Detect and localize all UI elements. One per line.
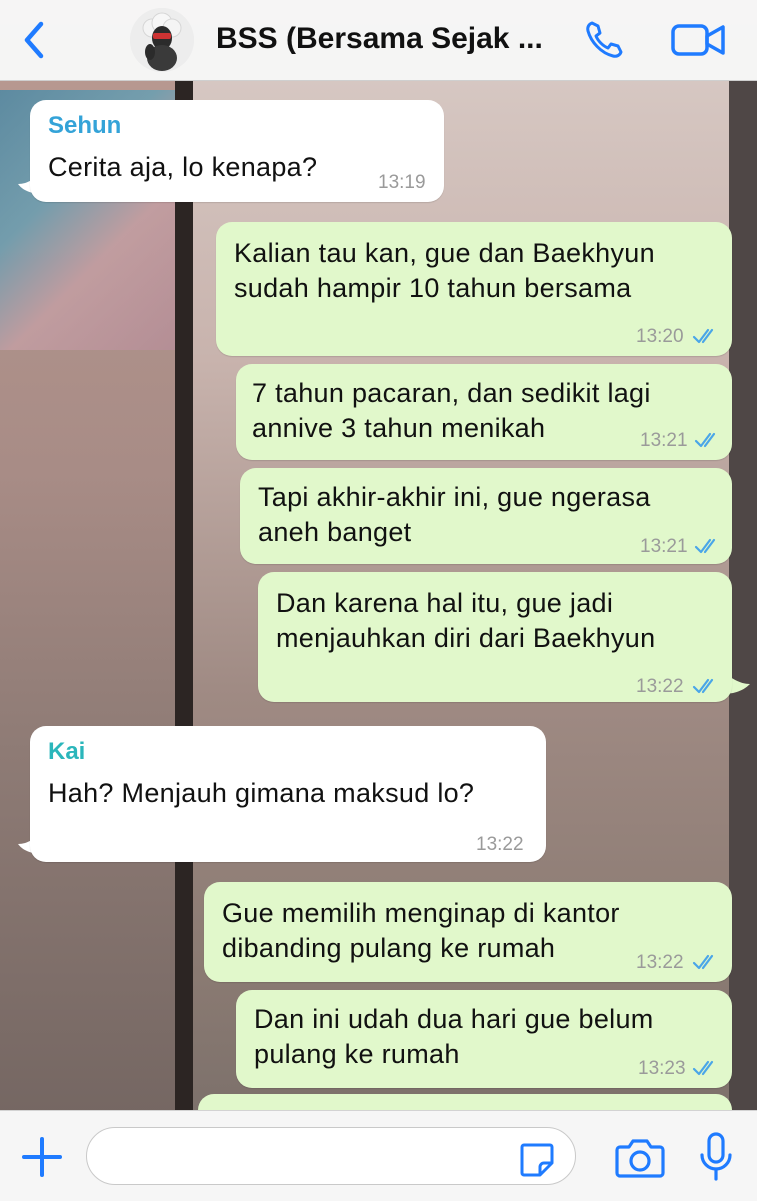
plus-icon [22,1137,62,1177]
outgoing-message[interactable]: Tapi akhir-akhir ini, gue ngerasa aneh b… [240,468,732,564]
sticker-icon [520,1143,554,1177]
wallpaper-edge [729,80,757,1200]
read-ticks-icon [692,954,714,970]
chat-header: BSS (Bersama Sejak ... [0,0,757,81]
message-text-line: aneh banget [258,517,412,547]
message-text-line: sudah hampir 10 tahun bersama [234,273,632,303]
message-text-line: Dan karena hal itu, gue jadi [276,588,614,618]
voice-call-button[interactable] [582,18,626,62]
message-time: 13:21 [640,536,688,557]
message-time: 13:22 [636,676,684,697]
message-time: 13:19 [378,172,426,193]
outgoing-message[interactable]: Kalian tau kan, gue dan Baekhyun sudah h… [216,222,732,356]
message-sender: Sehun [48,112,122,139]
chevron-left-icon [24,21,44,59]
message-time: 13:22 [636,952,684,973]
message-text-line: Tapi akhir-akhir ini, gue ngerasa [258,482,651,512]
outgoing-message[interactable]: Dan ini udah dua hari gue belum pulang k… [236,990,732,1088]
phone-icon [586,21,623,58]
attach-button[interactable] [18,1133,66,1181]
read-ticks-icon [694,538,716,554]
message-text-line: Dan ini udah dua hari gue belum [254,1004,654,1034]
camera-icon [615,1139,665,1178]
message-time: 13:22 [476,834,524,855]
message-text-line: pulang ke rumah [254,1039,460,1069]
message-input[interactable] [86,1127,576,1185]
message-text: Hah? Menjauh gimana maksud lo? [48,778,475,808]
incoming-message[interactable]: Sehun Cerita aja, lo kenapa? 13:19 [30,100,444,202]
message-sender: Kai [48,738,86,765]
incoming-message[interactable]: Kai Hah? Menjauh gimana maksud lo? 13:22 [30,726,546,862]
message-time: 13:23 [638,1058,686,1079]
camera-button[interactable] [614,1137,666,1179]
voice-message-button[interactable] [696,1131,736,1183]
message-text-line: annive 3 tahun menikah [252,413,546,443]
message-text-line: dibanding pulang ke rumah [222,933,556,963]
message-text-line: Kalian tau kan, gue dan Baekhyun [234,238,655,268]
message-text-line: Gue memilih menginap di kantor [222,898,620,928]
message-text-line: 7 tahun pacaran, dan sedikit lagi [252,378,651,408]
message-time: 13:20 [636,326,684,347]
chat-title[interactable]: BSS (Bersama Sejak ... [216,22,566,56]
back-button[interactable] [14,18,54,62]
message-time: 13:21 [640,430,688,451]
read-ticks-icon [692,678,714,694]
video-call-button[interactable] [670,18,728,62]
outgoing-message[interactable]: Gue memilih menginap di kantor dibanding… [204,882,732,982]
sticker-button[interactable] [518,1141,556,1179]
sheep-avatar-icon [130,8,194,72]
message-text-line: menjauhkan diri dari Baekhyun [276,623,656,653]
message-text: Cerita aja, lo kenapa? [48,152,318,182]
message-input-bar [0,1110,757,1201]
microphone-icon [700,1132,732,1181]
group-avatar[interactable] [130,8,194,72]
outgoing-message[interactable]: 7 tahun pacaran, dan sedikit lagi annive… [236,364,732,460]
read-ticks-icon [694,432,716,448]
read-ticks-icon [692,1060,714,1076]
video-camera-icon [671,24,725,56]
read-ticks-icon [692,328,714,344]
outgoing-message[interactable]: Dan karena hal itu, gue jadi menjauhkan … [258,572,732,702]
